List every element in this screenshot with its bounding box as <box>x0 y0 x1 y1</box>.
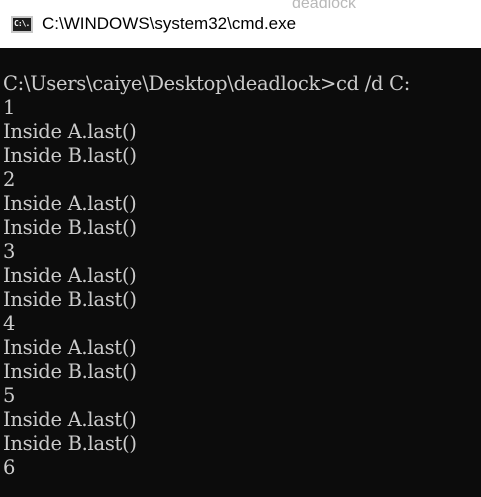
console-line: Inside B.last() <box>3 360 137 383</box>
console-line: Inside B.last() <box>3 432 137 455</box>
console-line: Inside A.last() <box>3 264 137 287</box>
console-line: Inside B.last() <box>3 144 137 167</box>
console-line: Inside B.last() <box>3 288 137 311</box>
console-line: Inside B.last() <box>3 216 137 239</box>
console-line: 5 <box>3 384 16 407</box>
console-line: 3 <box>3 240 16 263</box>
console-line: C:\Users\caiye\Desktop\deadlock>cd /d C: <box>3 72 411 95</box>
cmd-window: deadlock C:\. C:\WINDOWS\system32\cmd.ex… <box>0 0 481 497</box>
window-title: C:\WINDOWS\system32\cmd.exe <box>42 13 297 33</box>
cmd-app-icon[interactable]: C:\. <box>11 15 33 33</box>
console-line: 4 <box>3 312 16 335</box>
title-bar[interactable]: deadlock C:\. C:\WINDOWS\system32\cmd.ex… <box>0 0 481 48</box>
cmd-icon-glyph: C:\. <box>14 19 30 28</box>
console-line: 1 <box>3 96 16 119</box>
console-line: 6 <box>3 456 16 479</box>
console-output[interactable]: C:\Users\caiye\Desktop\deadlock>cd /d C:… <box>0 48 481 497</box>
console-line: Inside A.last() <box>3 336 137 359</box>
console-line: 2 <box>3 168 16 191</box>
console-line: Inside A.last() <box>3 120 137 143</box>
console-line: Inside A.last() <box>3 408 137 431</box>
console-line: Inside A.last() <box>3 192 137 215</box>
background-window-title: deadlock <box>292 0 357 10</box>
